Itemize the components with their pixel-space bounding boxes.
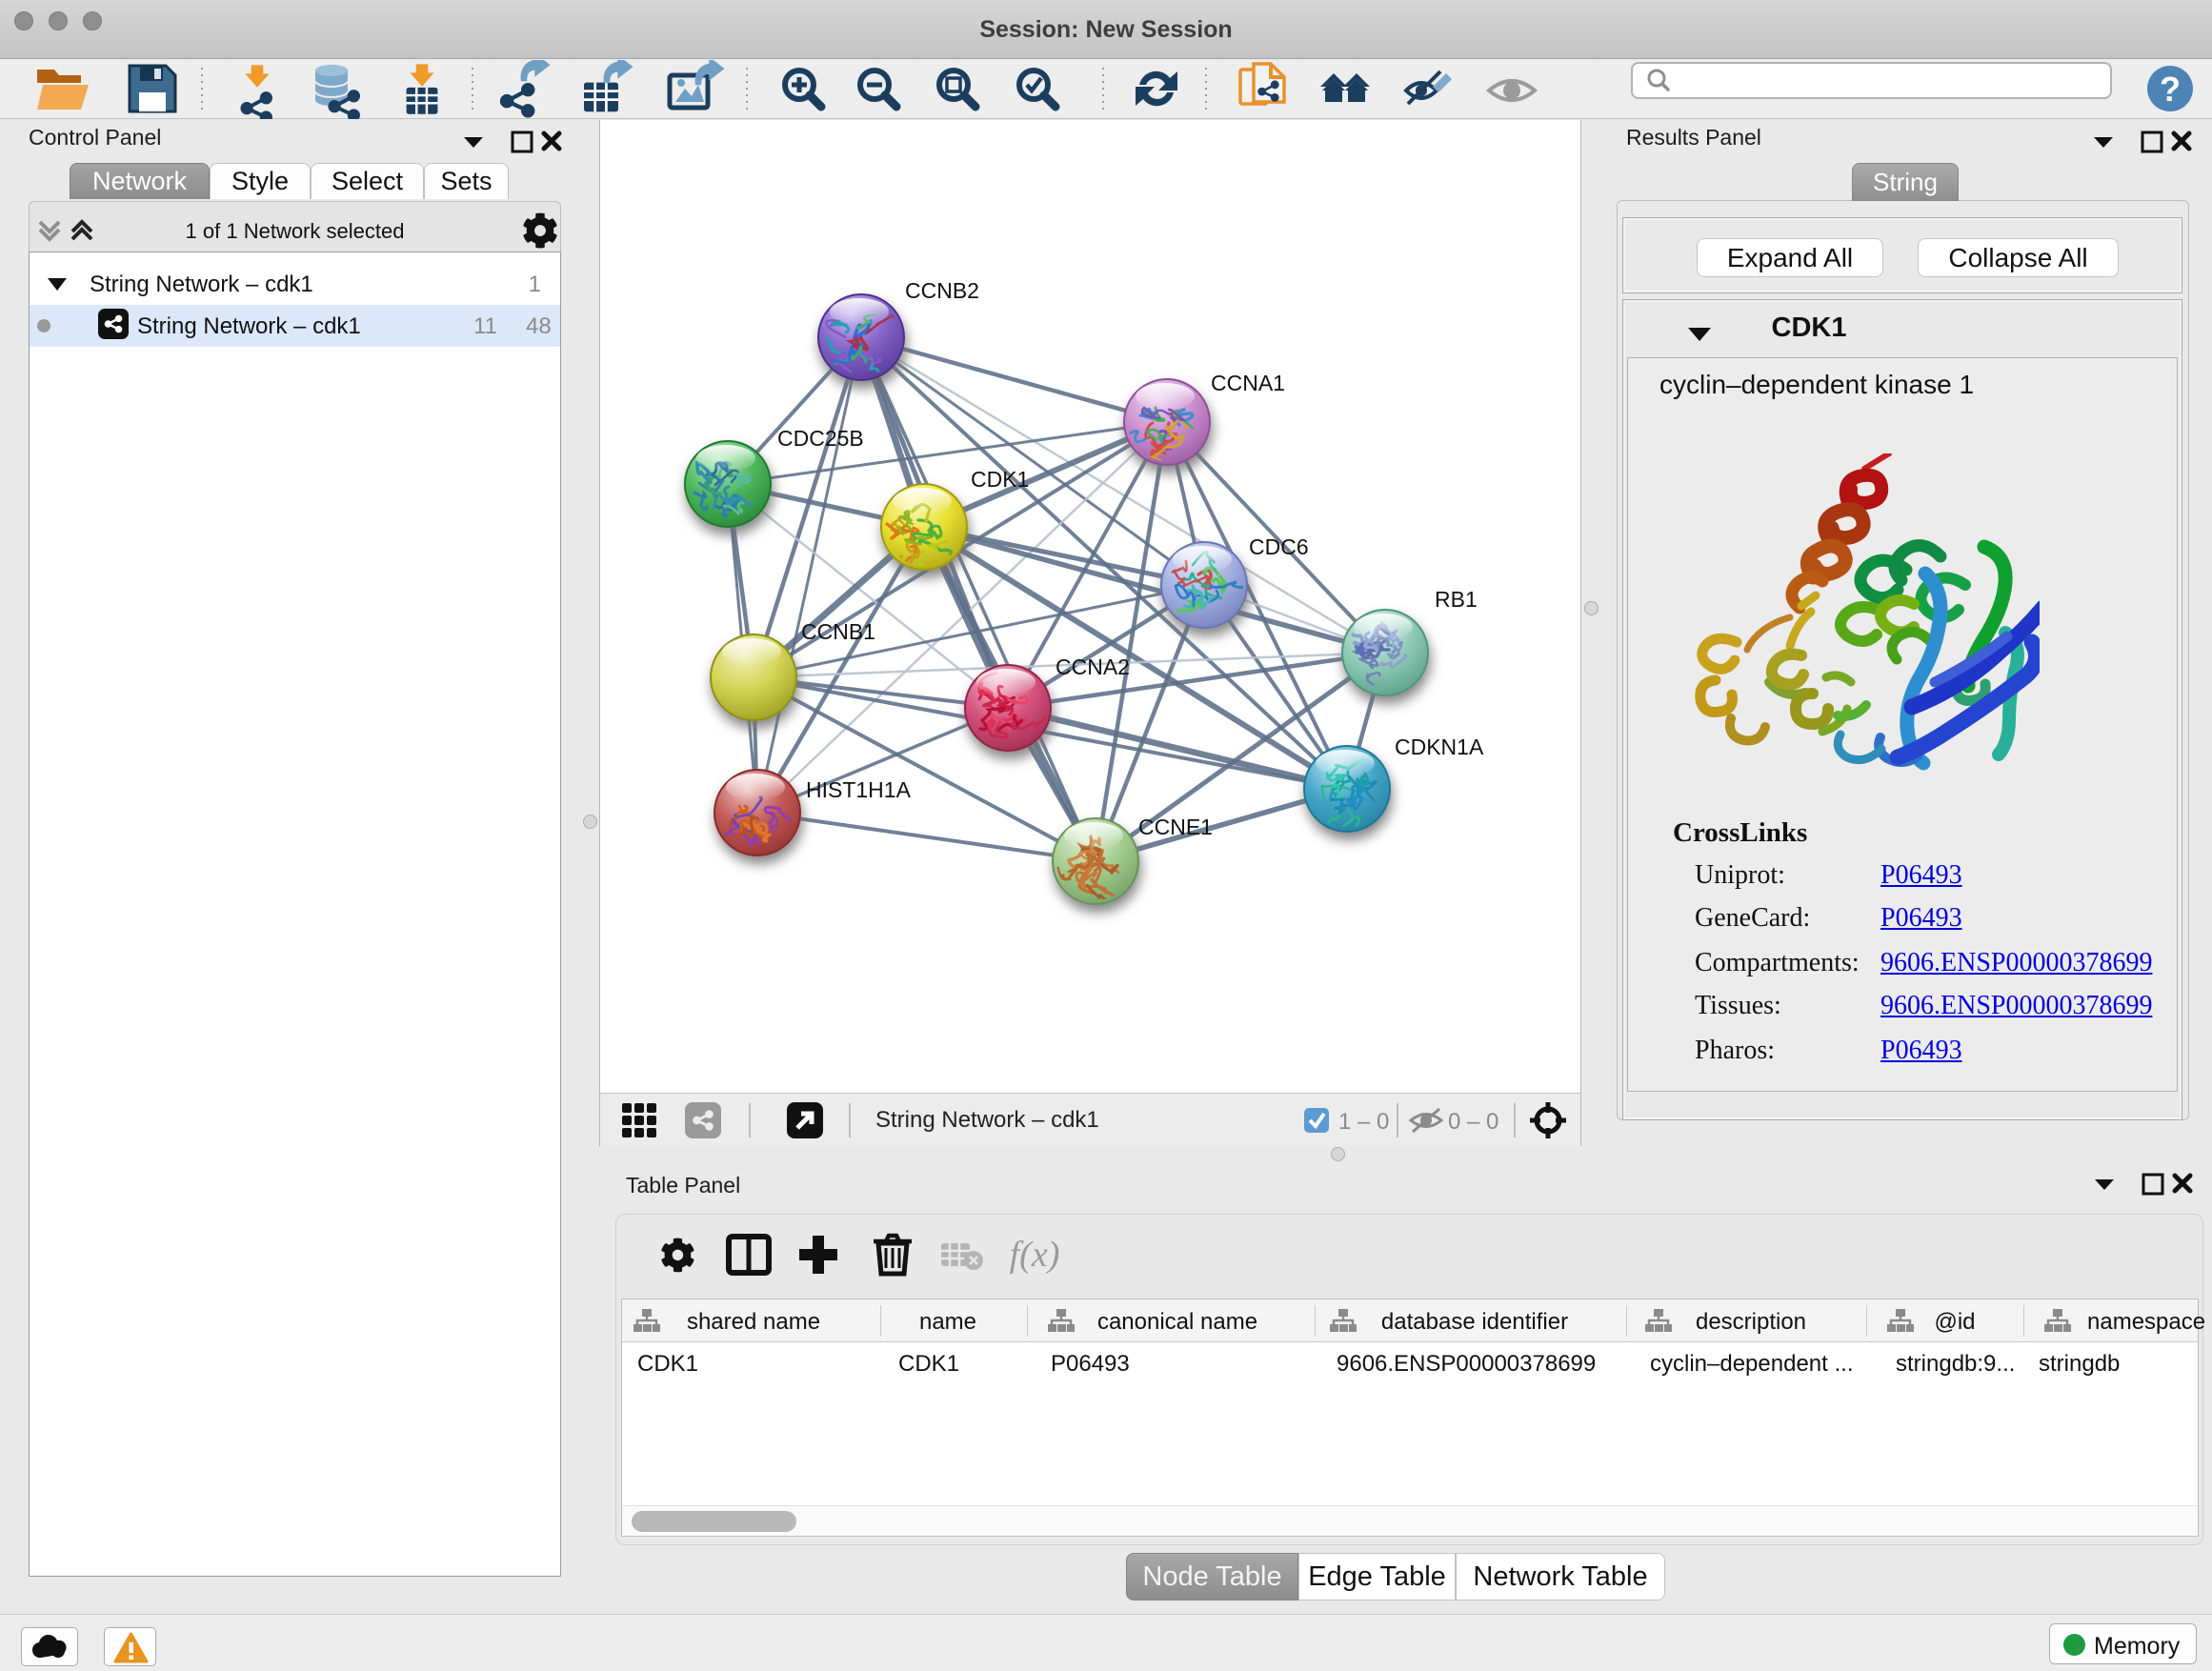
svg-text:1 – 0: 1 – 0	[1338, 1109, 1389, 1135]
svg-text:CCNA1: CCNA1	[1211, 371, 1285, 395]
svg-text:HIST1H1A: HIST1H1A	[806, 777, 912, 802]
svg-text:0 – 0: 0 – 0	[1448, 1109, 1498, 1135]
svg-text:CDKN1A: CDKN1A	[1395, 735, 1484, 759]
svg-text:CDC6: CDC6	[1249, 534, 1309, 559]
svg-text:CCNB2: CCNB2	[905, 278, 979, 303]
svg-text:CCNE1: CCNE1	[1138, 815, 1213, 839]
svg-text:CCNA2: CCNA2	[1056, 654, 1130, 679]
svg-text:CDC25B: CDC25B	[777, 426, 864, 451]
svg-text:?: ?	[2160, 70, 2181, 109]
svg-text:CCNB1: CCNB1	[801, 619, 875, 644]
svg-text:f(x): f(x)	[1010, 1235, 1060, 1275]
svg-text:RB1: RB1	[1435, 587, 1478, 612]
svg-text:CDK1: CDK1	[971, 467, 1029, 492]
